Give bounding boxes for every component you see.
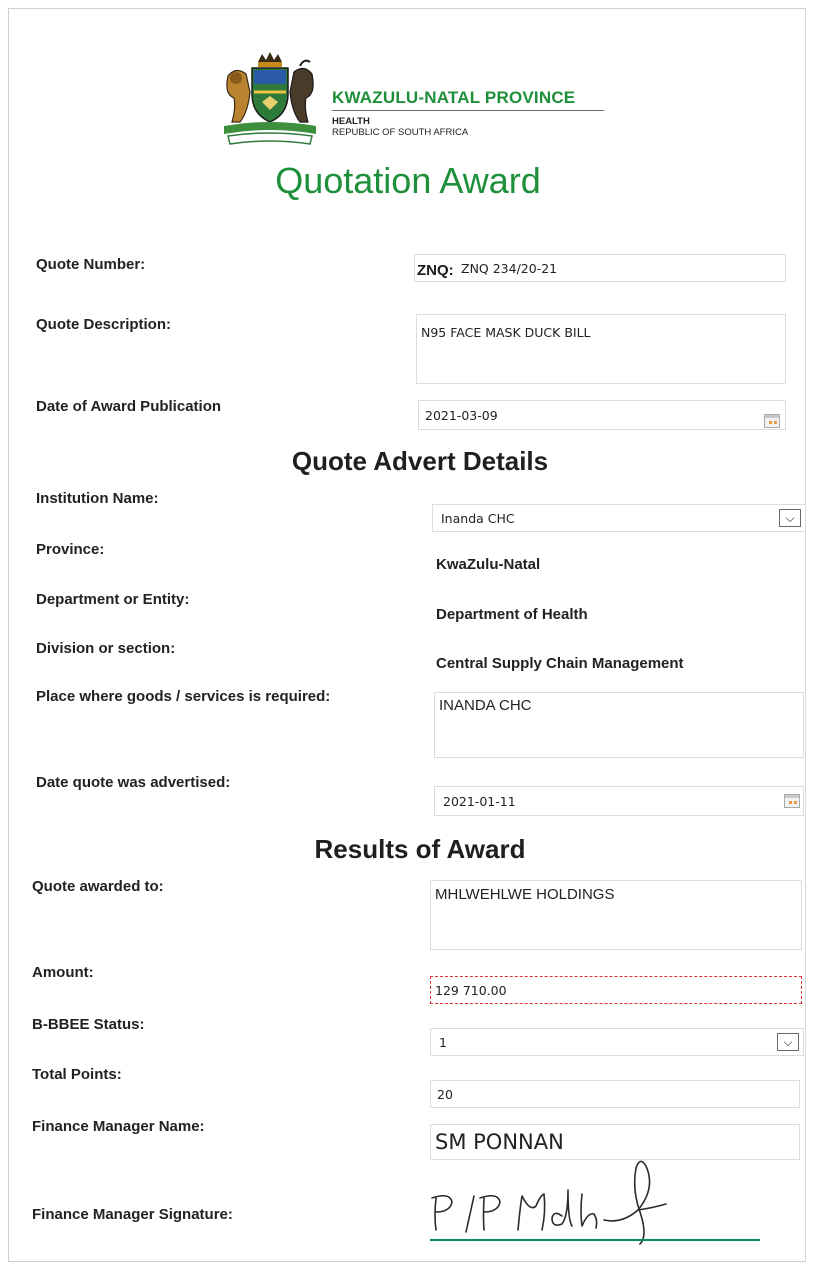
award-date-value: 2021-03-09 (425, 408, 498, 423)
department-label: Department or Entity: (36, 591, 190, 608)
advertised-date-field[interactable]: 2021-01-11 (434, 786, 804, 816)
award-date-field[interactable]: 2021-03-09 (418, 400, 786, 430)
amount-field[interactable]: 129 710.00 (430, 976, 802, 1004)
institution-select[interactable]: Inanda CHC ⌵ (432, 504, 806, 532)
quote-number-label: Quote Number: (36, 256, 146, 273)
place-label: Place where goods / services is required… (36, 688, 331, 705)
quote-number-field[interactable]: ZNQ: ZNQ 234/20-21 (414, 254, 786, 282)
advertised-date-value: 2021-01-11 (443, 794, 516, 809)
results-heading: Results of Award (314, 834, 526, 864)
total-points-label: Total Points: (32, 1066, 122, 1083)
dept-info: HEALTH REPUBLIC OF SOUTH AFRICA (332, 116, 468, 138)
quote-number-prefix: ZNQ: (417, 262, 454, 279)
quote-description-field[interactable]: N95 FACE MASK DUCK BILL (416, 314, 786, 384)
bbbee-label: B-BBEE Status: (32, 1016, 145, 1033)
dropdown-chevron-icon[interactable]: ⌵ (777, 1033, 799, 1051)
amount-label: Amount: (32, 964, 94, 981)
total-points-value: 20 (437, 1087, 453, 1102)
quote-description-label: Quote Description: (36, 316, 172, 333)
province-name: KWAZULU-NATAL PROVINCE (332, 88, 576, 107)
awarded-to-field[interactable]: MHLWEHLWE HOLDINGS (430, 880, 802, 950)
bbbee-value: 1 (439, 1035, 447, 1050)
division-value: Central Supply Chain Management (436, 655, 684, 672)
country-name: REPUBLIC OF SOUTH AFRICA (332, 127, 469, 138)
finance-manager-name-label: Finance Manager Name: (32, 1118, 205, 1135)
coat-of-arms-logo (224, 52, 316, 145)
calendar-icon[interactable] (764, 414, 780, 428)
award-date-label: Date of Award Publication (36, 398, 222, 415)
bbbee-select[interactable]: 1 ⌵ (430, 1028, 804, 1056)
place-field[interactable]: INANDA CHC (434, 692, 804, 758)
awarded-to-label: Quote awarded to: (32, 878, 164, 895)
page-title: Quotation Award (275, 160, 541, 201)
header-divider (332, 110, 604, 111)
institution-label: Institution Name: (36, 490, 159, 507)
province-label: Province: (36, 541, 105, 558)
dept-name: HEALTH (332, 116, 370, 127)
place-value: INANDA CHC (439, 697, 532, 714)
amount-value: 129 710.00 (435, 983, 507, 998)
dropdown-chevron-icon[interactable]: ⌵ (779, 509, 801, 527)
division-label: Division or section: (36, 640, 176, 657)
awarded-to-value: MHLWEHLWE HOLDINGS (435, 886, 615, 903)
signature-line (430, 1239, 760, 1241)
quote-number-value: ZNQ 234/20-21 (461, 261, 558, 276)
calendar-icon[interactable] (784, 794, 800, 808)
finance-manager-signature-label: Finance Manager Signature: (32, 1206, 233, 1223)
department-value: Department of Health (436, 606, 588, 623)
handwritten-signature (431, 1160, 667, 1245)
institution-value: Inanda CHC (441, 511, 515, 526)
quote-description-value: N95 FACE MASK DUCK BILL (421, 325, 591, 340)
advertised-date-label: Date quote was advertised: (36, 774, 231, 791)
total-points-field[interactable]: 20 (430, 1080, 800, 1108)
advert-details-heading: Quote Advert Details (291, 446, 549, 476)
province-value: KwaZulu-Natal (436, 556, 541, 573)
